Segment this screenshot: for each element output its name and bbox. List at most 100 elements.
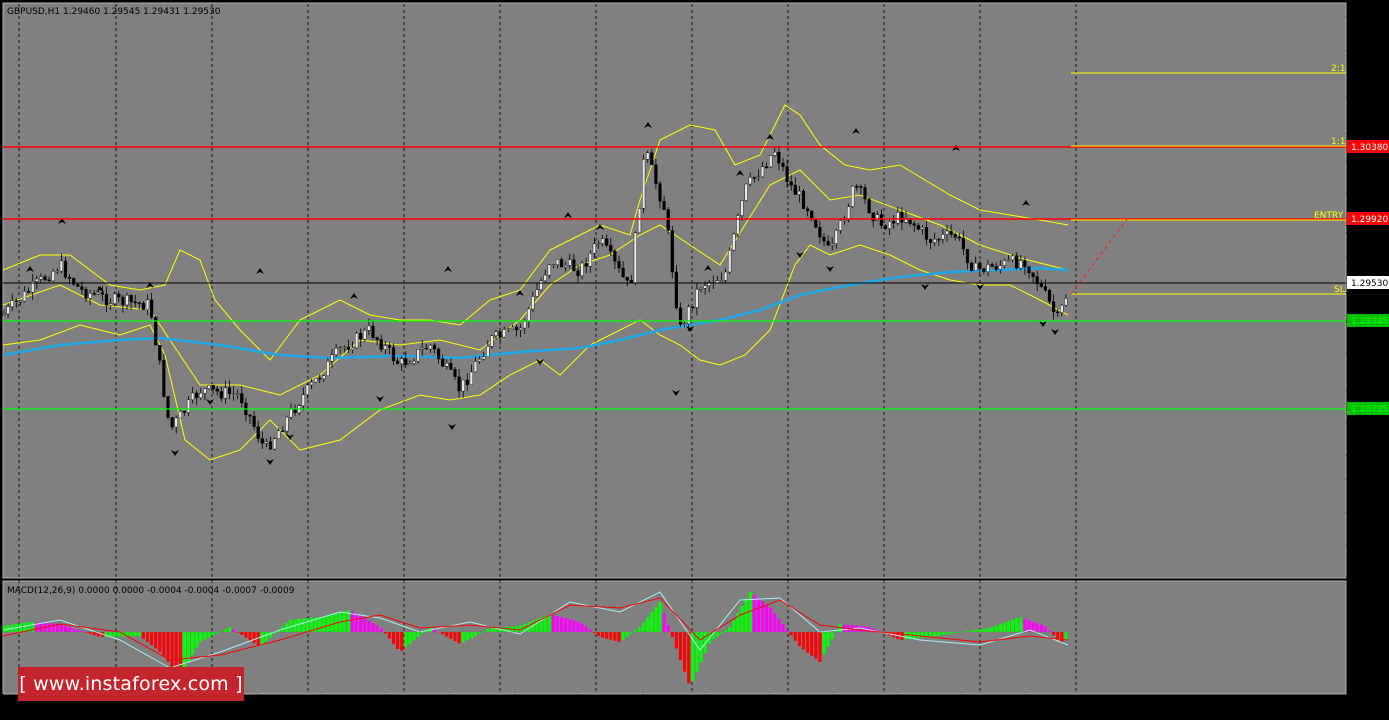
candle-body xyxy=(568,259,572,266)
candle-body xyxy=(43,276,47,281)
instaforex-logo[interactable]: [ www.instaforex.com ] xyxy=(18,667,244,701)
candle-body xyxy=(683,323,687,326)
candle-body xyxy=(654,164,658,184)
macd-bar xyxy=(400,632,404,651)
candle-body xyxy=(888,221,892,229)
candle-body xyxy=(367,325,371,331)
candle-body xyxy=(363,330,367,340)
candle-body xyxy=(449,363,453,370)
macd-bar xyxy=(318,617,322,632)
macd-bar xyxy=(986,628,990,632)
candle-body xyxy=(383,345,387,350)
macd-bar xyxy=(264,632,268,642)
macd-bar xyxy=(453,632,457,642)
time-tick-label: 24 May 12:00 xyxy=(1025,701,1087,711)
macd-bar xyxy=(240,632,244,635)
macd-bar xyxy=(1043,626,1047,632)
candle-body xyxy=(1047,289,1052,302)
candle-body xyxy=(584,262,588,267)
macd-bar xyxy=(781,624,785,632)
candle-body xyxy=(330,354,334,362)
candle-body xyxy=(773,151,777,156)
candle-body xyxy=(133,301,137,304)
candle-body xyxy=(47,279,51,282)
macd-bar xyxy=(990,627,994,632)
macd-bar xyxy=(933,632,937,637)
time-tick-label: 23 May 20:00 xyxy=(961,701,1023,711)
candle-body xyxy=(781,162,785,167)
candle-body xyxy=(1015,255,1019,269)
candle-body xyxy=(51,271,55,282)
candle-body xyxy=(867,198,871,213)
candle-body xyxy=(527,308,531,322)
candle-body xyxy=(461,379,465,392)
macd-bar xyxy=(576,621,580,632)
macd-bar xyxy=(752,595,756,632)
macd-bar xyxy=(1015,618,1019,632)
macd-bar xyxy=(76,629,80,632)
macd-bar xyxy=(769,607,773,632)
macd-bar xyxy=(92,632,96,636)
time-tick-label: 19 May 04:00 xyxy=(705,701,767,711)
macd-bar xyxy=(195,632,199,648)
candle-body xyxy=(674,271,678,308)
candle-body xyxy=(301,394,305,406)
macd-bar xyxy=(191,632,195,655)
candle-body xyxy=(765,166,769,168)
macd-bar xyxy=(203,632,207,640)
macd-bar xyxy=(588,629,592,632)
price-tick-label: 1.28690 xyxy=(1352,418,1389,428)
macd-bar xyxy=(617,632,621,642)
macd-bar xyxy=(199,632,203,642)
macd-bar xyxy=(654,607,658,632)
candle-body xyxy=(18,300,22,303)
candle-body xyxy=(178,410,182,419)
candle-body xyxy=(113,293,117,304)
macd-bar xyxy=(560,617,564,632)
macd-bar xyxy=(859,626,863,632)
candle-body xyxy=(137,302,141,304)
macd-bar xyxy=(678,632,683,661)
time-tick-label: 17 May 20:00 xyxy=(577,701,639,711)
candle-body xyxy=(416,349,420,362)
green-upper-price-text: 1.29345 xyxy=(1351,317,1388,327)
candle-body xyxy=(601,238,605,244)
macd-bar xyxy=(916,632,920,639)
macd-bar xyxy=(367,620,371,632)
candle-body xyxy=(555,259,560,265)
candle-body xyxy=(420,347,424,350)
price-chart[interactable]: 2:1 1:1 ENTRY SL 1.313201.310001.307951.… xyxy=(0,0,1389,716)
candle-body xyxy=(732,233,736,251)
candle-body xyxy=(551,264,555,266)
macd-bar xyxy=(797,632,801,647)
macd-bar xyxy=(145,632,150,642)
candle-body xyxy=(92,293,96,295)
macd-bar xyxy=(63,625,68,632)
macd-bar xyxy=(244,632,248,638)
candle-body xyxy=(662,201,666,210)
candle-body xyxy=(592,243,596,254)
macd-bar xyxy=(150,632,154,646)
candle-body xyxy=(318,377,322,380)
candle-body xyxy=(957,236,961,239)
symbol-header: GBPUSD,H1 1.29460 1.29545 1.29431 1.2953… xyxy=(7,7,221,17)
price-tick-label: 1.29530 xyxy=(1352,289,1389,299)
time-tick-label: 9 May 2017 xyxy=(2,701,55,711)
macd-bar xyxy=(551,614,555,632)
time-tick-label: 17 May 04:00 xyxy=(514,701,576,711)
candle-body xyxy=(896,212,900,224)
macd-bar xyxy=(683,632,687,672)
candle-body xyxy=(1019,260,1023,269)
candle-body xyxy=(929,239,933,243)
macd-bar xyxy=(47,623,51,632)
price-tick-label: 1.30380 xyxy=(1352,158,1389,168)
macd-bar xyxy=(301,618,305,632)
macd-bar xyxy=(555,616,560,632)
candle-body xyxy=(248,414,252,417)
price-tick-label: 1.29755 xyxy=(1352,254,1389,264)
candle-body xyxy=(129,295,133,303)
price-tick-label: 1.30795 xyxy=(1352,94,1389,104)
macd-bar xyxy=(473,632,478,636)
price-tick-label: 1.28320 xyxy=(1352,475,1389,485)
candle-body xyxy=(1027,266,1031,274)
